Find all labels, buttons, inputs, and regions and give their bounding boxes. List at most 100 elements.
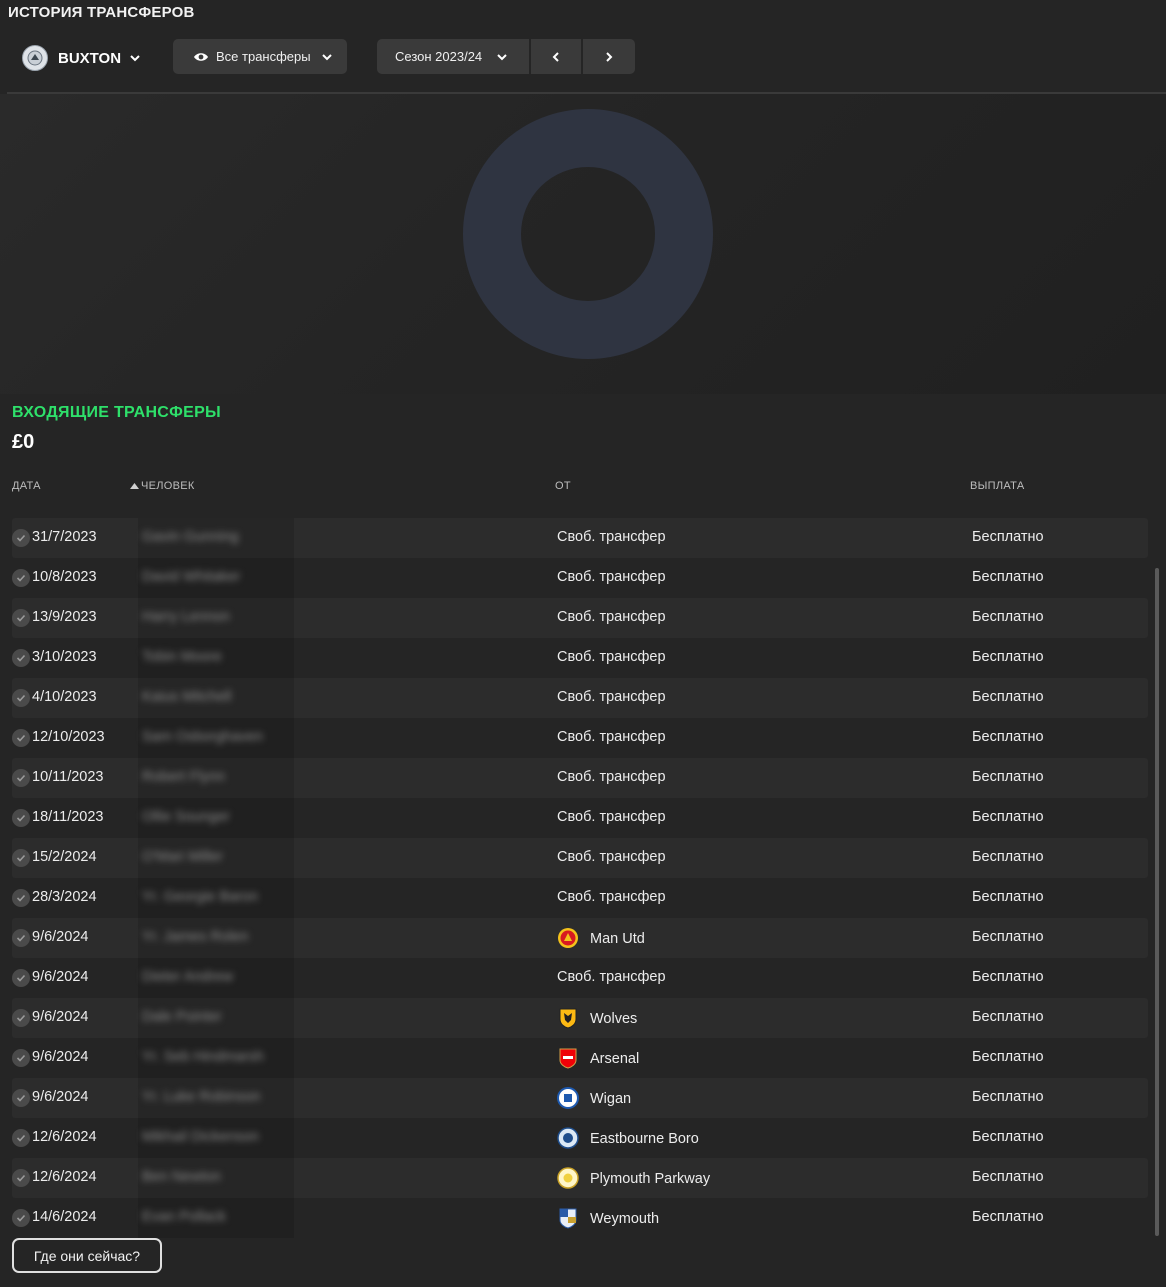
transfer-date: 3/10/2023 — [32, 649, 97, 665]
check-icon — [12, 1009, 30, 1027]
table-row[interactable]: 18/11/2023 Ollie Sounger Своб. трансфер Бес… — [12, 798, 1148, 838]
table-row[interactable]: 28/3/2024 Yr. Georgie Baron Своб. трансфер… — [12, 878, 1148, 918]
person-name-link[interactable]: Ollie Sounger — [142, 809, 230, 825]
check-icon — [12, 569, 30, 587]
table-row[interactable]: 9/6/2024 Yr. Luke Robinson Wigan Бесплатно — [12, 1078, 1148, 1118]
table-row[interactable]: 12/10/2023 Sam Osborghaven Своб. трансфер Б… — [12, 718, 1148, 758]
person-name-link[interactable]: Robert Flynn — [142, 769, 225, 785]
table-row[interactable]: 9/6/2024 Dale Pointer Wolves Бесплатно — [12, 998, 1148, 1038]
from-club-label: Своб. трансфер — [557, 969, 666, 985]
previous-season-button[interactable] — [531, 39, 581, 74]
chevron-right-icon — [606, 51, 613, 62]
table-row[interactable]: 31/7/2023 Gavin Gunning Своб. трансфер Бесп… — [12, 518, 1148, 558]
from-club: Своб. трансфер — [557, 529, 666, 545]
person-name-link[interactable]: Yr. Seb Hindmarsh — [142, 1049, 264, 1065]
person-name-link[interactable]: Kaius Mitchell — [142, 689, 231, 705]
transfer-date: 4/10/2023 — [32, 689, 97, 705]
table-row[interactable]: 12/6/2024 Ben Newton Plymouth Parkway Беспл… — [12, 1158, 1148, 1198]
person-name-link[interactable]: Yr. James Rolen — [142, 929, 248, 945]
person-name-link[interactable]: Sam Osborghaven — [142, 729, 263, 745]
person-name-link[interactable]: Dieter Andrew — [142, 969, 233, 985]
transfer-date: 18/11/2023 — [32, 809, 104, 825]
person-name-link[interactable]: Gavin Gunning — [142, 529, 239, 545]
transfer-date: 12/10/2023 — [32, 729, 105, 745]
column-header-from[interactable]: ОТ — [555, 480, 571, 492]
page-title: ИСТОРИЯ ТРАНСФЕРОВ — [8, 4, 195, 21]
incoming-transfers-table: 31/7/2023 Gavin Gunning Своб. трансфер Бесп… — [12, 518, 1148, 1238]
transfer-donut-chart — [463, 109, 713, 359]
table-row[interactable]: 14/6/2024 Evan Pollack Weymouth Бесплатно — [12, 1198, 1148, 1238]
transfer-date: 9/6/2024 — [32, 1009, 89, 1025]
from-club-label: Man Utd — [590, 931, 645, 947]
table-row[interactable]: 10/11/2023 Robert Flynn Своб. трансфер Бесп… — [12, 758, 1148, 798]
from-club-label: Своб. трансфер — [557, 849, 666, 865]
from-club-label: Своб. трансфер — [557, 889, 666, 905]
transfer-date: 9/6/2024 — [32, 929, 89, 945]
person-name-link[interactable]: O'Mari Miller — [142, 849, 223, 865]
where-are-they-now-button[interactable]: Где они сейчас? — [12, 1238, 162, 1273]
transfer-fee: Бесплатно — [972, 1049, 1044, 1065]
check-icon — [12, 769, 30, 787]
from-club: Своб. трансфер — [557, 769, 666, 785]
club-selector[interactable]: BUXTON — [22, 44, 141, 72]
chevron-down-icon — [497, 53, 507, 60]
club-crest-icon — [557, 1087, 579, 1109]
donut-ring — [463, 109, 713, 359]
sort-up-icon — [130, 482, 139, 489]
table-scrollbar[interactable] — [1155, 568, 1159, 1236]
check-icon — [12, 649, 30, 667]
person-name-link[interactable]: Dale Pointer — [142, 1009, 222, 1025]
from-club[interactable]: Weymouth — [557, 1207, 659, 1229]
from-club-label: Своб. трансфер — [557, 529, 666, 545]
from-club-label: Eastbourne Boro — [590, 1131, 699, 1147]
table-row[interactable]: 9/6/2024 Yr. Seb Hindmarsh Arsenal Бесплатн… — [12, 1038, 1148, 1078]
eye-icon — [194, 52, 208, 61]
column-header-date[interactable]: ДАТА — [12, 480, 41, 492]
from-club[interactable]: Man Utd — [557, 928, 645, 949]
table-row[interactable]: 10/8/2023 David Whitaker Своб. трансфер Бес… — [12, 558, 1148, 598]
transfer-date: 12/6/2024 — [32, 1129, 97, 1145]
chevron-down-icon — [130, 55, 140, 62]
from-club-label: Своб. трансфер — [557, 609, 666, 625]
transfer-date: 13/9/2023 — [32, 609, 97, 625]
from-club-label: Своб. трансфер — [557, 689, 666, 705]
transfer-date: 15/2/2024 — [32, 849, 97, 865]
from-club-label: Своб. трансфер — [557, 729, 666, 745]
from-club[interactable]: Eastbourne Boro — [557, 1127, 699, 1149]
next-season-button[interactable] — [583, 39, 635, 74]
column-header-fee[interactable]: ВЫПЛАТА — [970, 480, 1024, 492]
person-name-link[interactable]: Yr. Georgie Baron — [142, 889, 258, 905]
person-name-link[interactable]: Harry Lennon — [142, 609, 230, 625]
column-header-person[interactable]: ЧЕЛОВЕК — [130, 480, 195, 492]
transfer-chart-panel — [0, 94, 1166, 394]
table-row[interactable]: 12/6/2024 Mikhail Dickenson Eastbourne Bor… — [12, 1118, 1148, 1158]
table-row[interactable]: 4/10/2023 Kaius Mitchell Своб. трансфер Бес… — [12, 678, 1148, 718]
person-name-link[interactable]: Yr. Luke Robinson — [142, 1089, 261, 1105]
club-crest-icon — [557, 1007, 579, 1029]
person-name-link[interactable]: Tobin Moore — [142, 649, 222, 665]
transfer-fee: Бесплатно — [972, 609, 1044, 625]
from-club-label: Своб. трансфер — [557, 769, 666, 785]
from-club[interactable]: Wigan — [557, 1087, 631, 1109]
club-crest-icon — [557, 1207, 579, 1229]
from-club[interactable]: Plymouth Parkway — [557, 1167, 710, 1189]
table-row[interactable]: 3/10/2023 Tobin Moore Своб. трансфер Беспла… — [12, 638, 1148, 678]
person-name-link[interactable]: Evan Pollack — [142, 1209, 226, 1225]
person-name-link[interactable]: Mikhail Dickenson — [142, 1129, 259, 1145]
from-club[interactable]: Arsenal — [557, 1048, 639, 1069]
from-club: Своб. трансфер — [557, 609, 666, 625]
person-name-link[interactable]: Ben Newton — [142, 1169, 221, 1185]
table-row[interactable]: 9/6/2024 Dieter Andrew Своб. трансфер Беспл… — [12, 958, 1148, 998]
transfer-filter-dropdown[interactable]: Все трансферы — [173, 39, 347, 74]
table-row[interactable]: 15/2/2024 O'Mari Miller Своб. трансфер Бесп… — [12, 838, 1148, 878]
transfer-fee: Бесплатно — [972, 1169, 1044, 1185]
table-row[interactable]: 13/9/2023 Harry Lennon Своб. трансфер Беспл… — [12, 598, 1148, 638]
check-icon — [12, 1049, 30, 1067]
from-club[interactable]: Wolves — [557, 1007, 637, 1029]
transfer-fee: Бесплатно — [972, 929, 1044, 945]
filter-label: Все трансферы — [216, 49, 311, 64]
person-name-link[interactable]: David Whitaker — [142, 569, 240, 585]
season-dropdown[interactable]: Сезон 2023/24 — [377, 39, 529, 74]
from-club: Своб. трансфер — [557, 969, 666, 985]
table-row[interactable]: 9/6/2024 Yr. James Rolen Man Utd Бесплатно — [12, 918, 1148, 958]
